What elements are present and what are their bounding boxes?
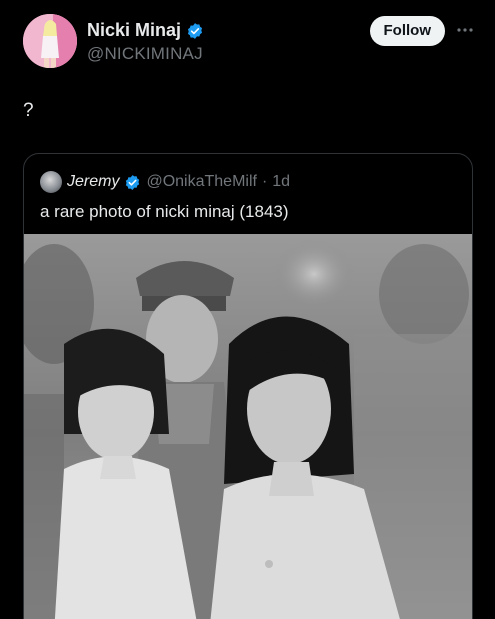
quoted-author-handle[interactable]: @OnikaTheMilf [146,173,257,191]
quoted-tweet-card[interactable]: Jeremy @OnikaTheMilf · 1d a rare photo o… [23,153,473,619]
tweet-header: Nicki Minaj @NICKIMINAJ Follow [23,14,475,70]
quoted-tweet-photo[interactable] [24,234,472,619]
quoted-tweet-text: a rare photo of nicki minaj (1843) [40,202,289,221]
author-display-name[interactable]: Nicki Minaj [87,20,181,41]
black-and-white-photo [24,234,472,619]
quoted-timestamp[interactable]: 1d [272,173,290,191]
quoted-author-display-name[interactable]: Jeremy [67,173,119,191]
quoted-tweet-header: Jeremy @OnikaTheMilf · 1d [40,171,290,193]
verified-badge-icon [187,22,203,39]
tweet-page: Nicki Minaj @NICKIMINAJ Follow ? Jeremy [0,0,495,619]
follow-button[interactable]: Follow [369,16,445,46]
quoted-verified-badge-icon [126,174,140,190]
author-avatar[interactable] [23,14,77,68]
quoted-author-avatar[interactable] [40,171,62,193]
more-horizontal-icon[interactable] [455,22,475,38]
tweet-text: ? [23,100,34,121]
quoted-separator: · [261,173,268,190]
avatar-image [23,14,77,68]
author-name-row: Nicki Minaj [87,20,204,41]
author-handle[interactable]: @NICKIMINAJ [87,44,203,64]
